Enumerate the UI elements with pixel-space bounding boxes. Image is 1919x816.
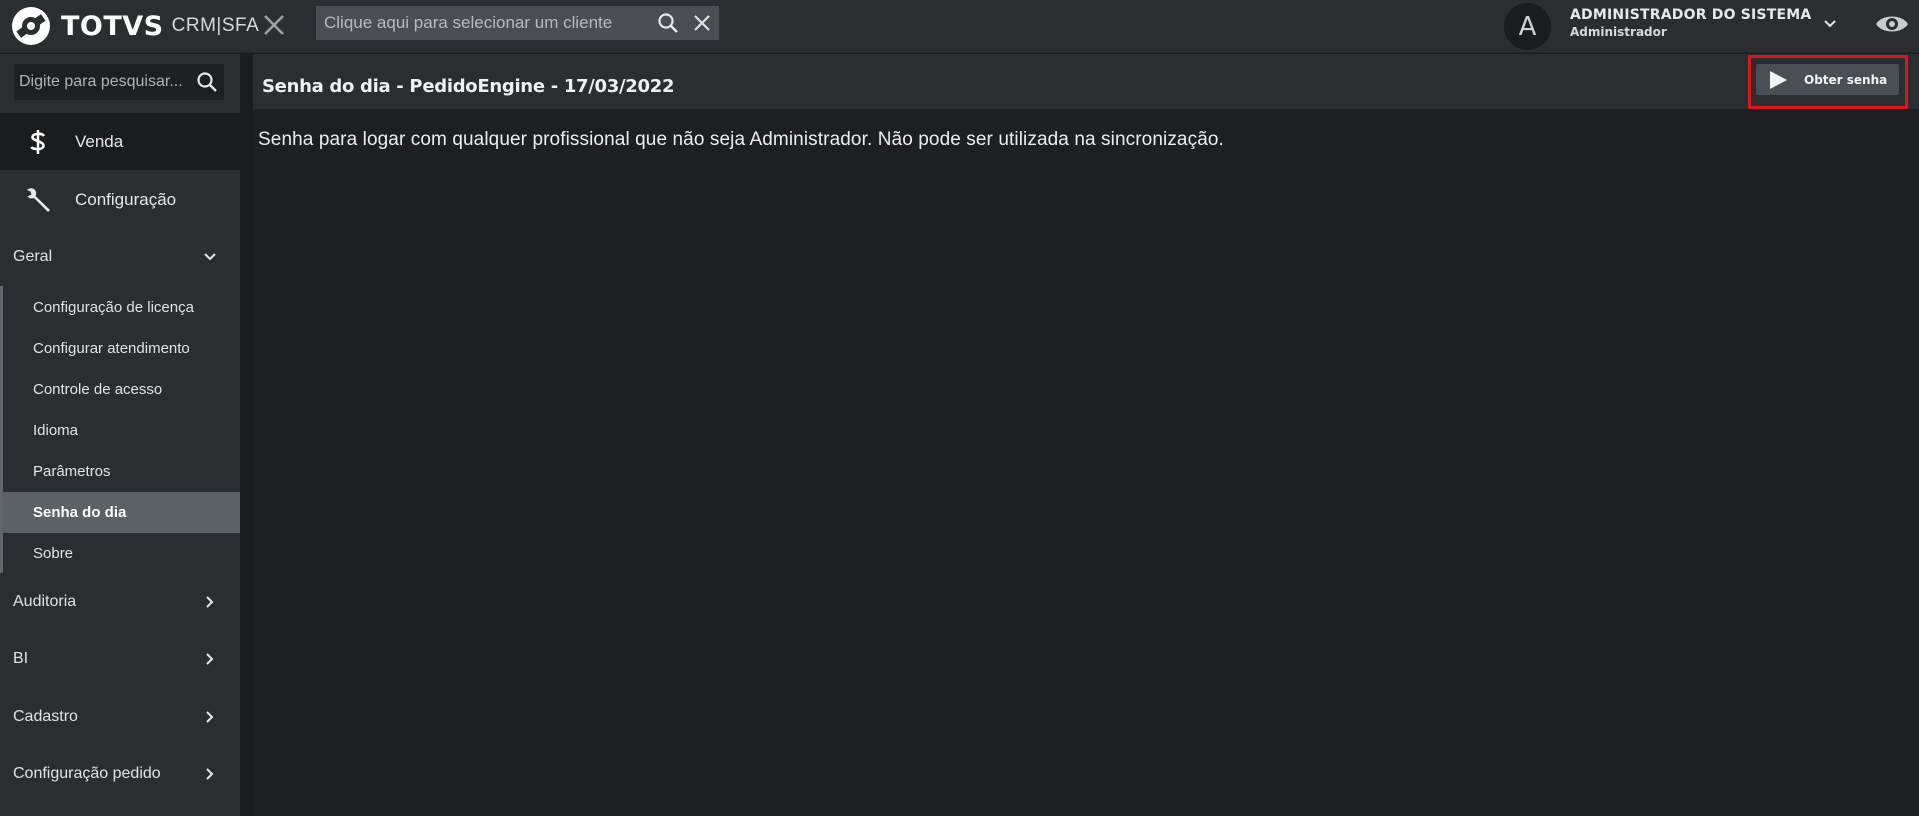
product-name: CRM|SFA [171, 15, 260, 36]
sidebar-item-label: Controle de acesso [33, 381, 163, 398]
dollar-icon [23, 127, 53, 157]
sidebar-item-configuracao-licenca[interactable]: Configuração de licença [3, 287, 240, 328]
sidebar-item-idioma[interactable]: Idioma [3, 410, 240, 451]
sidebar-item-configuracao[interactable]: Configuração [0, 171, 240, 228]
chevron-down-icon [1824, 20, 1836, 28]
section-geral-toggle[interactable]: Geral [0, 228, 240, 285]
panel-header: Senha do dia - PedidoEngine - 17/03/2022… [253, 54, 1919, 109]
sidebar-item-senha-do-dia[interactable]: Senha do dia [3, 492, 240, 533]
client-search-input[interactable] [316, 6, 651, 40]
section-label: Configuração pedido [13, 764, 161, 782]
chevron-right-icon [198, 647, 222, 671]
sidebar-item-sobre[interactable]: Sobre [3, 533, 240, 574]
user-menu-toggle[interactable] [1818, 12, 1842, 36]
chevron-right-icon [198, 590, 222, 614]
sidebar-item-parametros[interactable]: Parâmetros [3, 451, 240, 492]
chevron-down-icon [198, 245, 222, 269]
close-menu-button[interactable] [258, 9, 290, 41]
sidebar-item-label: Configurar atendimento [33, 340, 190, 357]
menu-search-button[interactable] [190, 64, 224, 100]
page-title: Senha do dia - PedidoEngine - 17/03/2022 [262, 76, 675, 97]
section-cadastro-toggle[interactable]: Cadastro [0, 688, 240, 745]
menu-search-input[interactable] [14, 64, 190, 100]
geral-submenu: Configuração de licença Configurar atend… [0, 286, 240, 573]
close-icon [264, 15, 284, 35]
sidebar-item-venda[interactable]: Venda [0, 113, 240, 170]
search-icon [197, 72, 217, 92]
senha-do-dia-panel: Senha do dia - PedidoEngine - 17/03/2022… [253, 54, 1919, 816]
section-bi-toggle[interactable]: BI [0, 630, 240, 687]
sidebar-item-label: Senha do dia [33, 504, 127, 521]
visibility-toggle-button[interactable] [1874, 8, 1910, 40]
sidebar-item-label: Configuração [75, 189, 177, 209]
content-area: Senha do dia - PedidoEngine - 17/03/2022… [240, 54, 1919, 816]
play-icon [1766, 68, 1790, 92]
section-label: BI [13, 649, 29, 667]
top-bar: TOTVS CRM|SFA A ADMINISTRADOR DO SISTEMA… [0, 0, 1919, 53]
eye-icon [1876, 16, 1908, 32]
sidebar-item-label: Parâmetros [33, 463, 111, 480]
close-icon [694, 15, 710, 31]
menu-search-box [14, 64, 224, 100]
chevron-right-icon [198, 705, 222, 729]
chevron-right-icon [198, 762, 222, 786]
section-label: Cadastro [13, 707, 78, 725]
sidebar-item-controle-acesso[interactable]: Controle de acesso [3, 369, 240, 410]
section-label: Geral [13, 247, 53, 265]
search-icon [658, 13, 678, 33]
sidebar-item-label: Configuração de licença [33, 299, 194, 316]
totvs-logo[interactable]: TOTVS CRM|SFA [10, 4, 259, 48]
client-search-button[interactable] [651, 6, 685, 40]
section-configuracao-pedido-toggle[interactable]: Configuração pedido [0, 745, 240, 802]
button-label: Obter senha [1804, 72, 1888, 87]
sidebar-item-label: Venda [75, 131, 124, 151]
user-name: ADMINISTRADOR DO SISTEMA [1570, 7, 1812, 23]
obter-senha-button[interactable]: Obter senha [1756, 64, 1899, 95]
user-role: Administrador [1570, 25, 1667, 39]
brand-name: TOTVS [61, 10, 164, 42]
client-search-box [316, 6, 719, 40]
user-avatar[interactable]: A [1504, 3, 1551, 50]
sidebar-item-configurar-atendimento[interactable]: Configurar atendimento [3, 328, 240, 369]
sidebar-item-label: Idioma [33, 422, 79, 439]
section-label: Auditoria [13, 592, 77, 610]
description-text: Senha para logar com qualquer profission… [258, 129, 1224, 150]
totvs-logo-icon [12, 7, 50, 45]
client-clear-button[interactable] [685, 6, 719, 40]
section-auditoria-toggle[interactable]: Auditoria [0, 573, 240, 630]
sidebar-item-label: Sobre [33, 545, 74, 562]
wrench-icon [23, 185, 53, 215]
